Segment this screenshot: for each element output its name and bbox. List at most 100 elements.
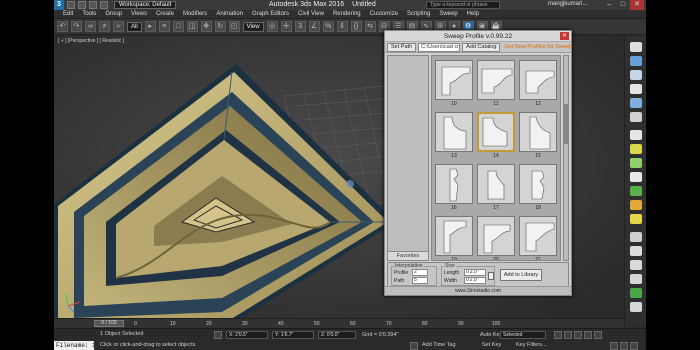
pivot-icon[interactable]: ◎	[266, 21, 278, 32]
geometry-icon[interactable]	[630, 158, 642, 168]
manipulate-icon[interactable]: ✢	[280, 21, 292, 32]
move-icon[interactable]: ✥	[200, 21, 212, 32]
menu-modifiers[interactable]: Modifiers	[183, 11, 207, 17]
undo-icon[interactable]	[100, 1, 108, 9]
play-icon[interactable]	[574, 331, 582, 339]
time-slider[interactable]: 0 / 100 0 10 20 30 40 50 60 70 80 90 100	[54, 318, 624, 328]
orbit-icon[interactable]	[630, 342, 638, 350]
profile-tile[interactable]: 15	[519, 112, 557, 160]
selection-filter-dropdown[interactable]: All	[127, 21, 142, 32]
length-field[interactable]: 0'2.0"	[464, 269, 486, 276]
auto-key-button[interactable]: Auto Key	[480, 332, 502, 338]
new-file-icon[interactable]	[67, 1, 75, 9]
close-button[interactable]: ✕	[630, 0, 644, 10]
hierarchy-panel-icon[interactable]	[630, 70, 642, 80]
add-catalog-button[interactable]: Add Catalog	[462, 42, 501, 52]
profile-tile[interactable]: 13	[435, 112, 473, 160]
path-field[interactable]: C:\Users\cad cr	[418, 42, 461, 52]
display-panel-icon[interactable]	[630, 98, 642, 108]
profile-tile-selected[interactable]: 14	[477, 112, 515, 160]
compound-icon[interactable]	[630, 246, 642, 256]
maximize-button[interactable]: □	[616, 0, 630, 10]
previous-frame-icon[interactable]	[564, 331, 572, 339]
scale-icon[interactable]: ◰	[228, 21, 240, 32]
save-file-icon[interactable]	[89, 1, 97, 9]
systems-icon[interactable]	[630, 214, 642, 224]
coord-z-field[interactable]: Z: 0'0.0"	[318, 331, 356, 339]
profile-tile[interactable]: 21	[519, 216, 557, 260]
search-input[interactable]: Type a keyword or phrase	[426, 1, 500, 9]
angle-snap-icon[interactable]: ∠	[308, 21, 320, 32]
menu-sweep[interactable]: Sweep	[439, 11, 457, 17]
helpers-icon[interactable]	[630, 144, 642, 154]
menu-civil-view[interactable]: Civil View	[298, 11, 324, 17]
undo-icon[interactable]: ↶	[57, 21, 68, 32]
motion-panel-icon[interactable]	[630, 84, 642, 94]
windows-icon[interactable]	[630, 302, 642, 312]
percent-snap-icon[interactable]: %	[322, 21, 334, 32]
menu-rendering[interactable]: Rendering	[333, 11, 361, 17]
redo-icon[interactable]: ↷	[71, 21, 82, 32]
menu-edit[interactable]: Edit	[63, 11, 73, 17]
maxscript-listener-field[interactable]: Filename: 14	[54, 341, 94, 350]
profile-tile[interactable]: 11	[477, 60, 515, 108]
create-panel-icon[interactable]	[630, 42, 642, 52]
dialog-close-button[interactable]: ✕	[560, 32, 569, 40]
menu-group[interactable]: Group	[105, 11, 122, 17]
goto-end-icon[interactable]	[594, 331, 602, 339]
link-icon[interactable]: ∞	[85, 21, 96, 32]
workspace-dropdown[interactable]: Workspace: Default	[114, 1, 177, 9]
menu-graph-editors[interactable]: Graph Editors	[252, 11, 289, 17]
time-slider-thumb[interactable]: 0 / 100	[94, 320, 124, 327]
window-crossing-icon[interactable]: ◫	[186, 21, 198, 32]
key-filters-button[interactable]: Key Filters...	[516, 342, 547, 348]
unlink-icon[interactable]: ≠	[99, 21, 110, 32]
get-new-profiles-link[interactable]: Get New Profiles for Sweep	[504, 44, 572, 50]
select-by-name-icon[interactable]: ≡	[158, 21, 170, 32]
menu-scripting[interactable]: Scripting	[407, 11, 430, 17]
profile-tile[interactable]: 10	[435, 60, 473, 108]
app-logo-icon[interactable]: 3	[54, 0, 64, 10]
named-selection-icon[interactable]: {}	[350, 21, 362, 32]
snap-icon[interactable]: 3	[294, 21, 306, 32]
menu-customize[interactable]: Customize	[370, 11, 398, 17]
path-steps-field[interactable]: 5	[412, 277, 428, 284]
set-path-button[interactable]: Set Path	[387, 42, 417, 52]
spinner-snap-icon[interactable]: ⇕	[336, 21, 348, 32]
add-to-library-button[interactable]: Add to Library	[500, 269, 542, 281]
doors-icon[interactable]	[630, 288, 642, 298]
utilities-panel-icon[interactable]	[630, 112, 642, 122]
set-key-button[interactable]: Set Key	[482, 342, 501, 348]
profile-grid-scrollbar[interactable]	[563, 55, 569, 261]
profile-tile[interactable]: 20	[477, 216, 515, 260]
selection-region-icon[interactable]: □	[172, 21, 184, 32]
menu-help[interactable]: Help	[467, 11, 479, 17]
profile-tile[interactable]: 12	[519, 60, 557, 108]
pan-icon[interactable]	[620, 342, 628, 350]
nurbs-icon[interactable]	[630, 274, 642, 284]
lock-aspect-icon[interactable]	[488, 272, 494, 280]
zoom-icon[interactable]	[610, 342, 618, 350]
selection-set-dropdown[interactable]: Selected	[500, 331, 546, 339]
space-warps-icon[interactable]	[630, 200, 642, 210]
lights-icon[interactable]	[630, 130, 642, 140]
user-account[interactable]: mangjkumari...	[548, 1, 587, 7]
add-time-tag-button[interactable]: Add Time Tag	[422, 342, 456, 348]
menu-tools[interactable]: Tools	[82, 11, 96, 17]
next-frame-icon[interactable]	[584, 331, 592, 339]
select-object-icon[interactable]: ▸	[144, 21, 156, 32]
rotate-icon[interactable]: ↻	[214, 21, 226, 32]
coord-x-field[interactable]: X: 2'0.5"	[226, 331, 268, 339]
coord-y-field[interactable]: Y: 1'6.7"	[272, 331, 314, 339]
minimize-button[interactable]: –	[602, 0, 616, 10]
particle-icon[interactable]	[630, 232, 642, 242]
patch-icon[interactable]	[630, 260, 642, 270]
favorites-item[interactable]: Favorites	[388, 251, 428, 260]
bind-space-warp-icon[interactable]: ≈	[113, 21, 124, 32]
scrollbar-thumb[interactable]	[564, 104, 568, 144]
viewport-label[interactable]: [ + ] [Perspective ] [ Realistic ]	[58, 38, 124, 44]
reference-coordinate-dropdown[interactable]: View	[242, 21, 264, 32]
mirror-icon[interactable]: ⇆	[364, 21, 376, 32]
time-tag-icon[interactable]	[410, 342, 418, 350]
open-file-icon[interactable]	[78, 1, 86, 9]
